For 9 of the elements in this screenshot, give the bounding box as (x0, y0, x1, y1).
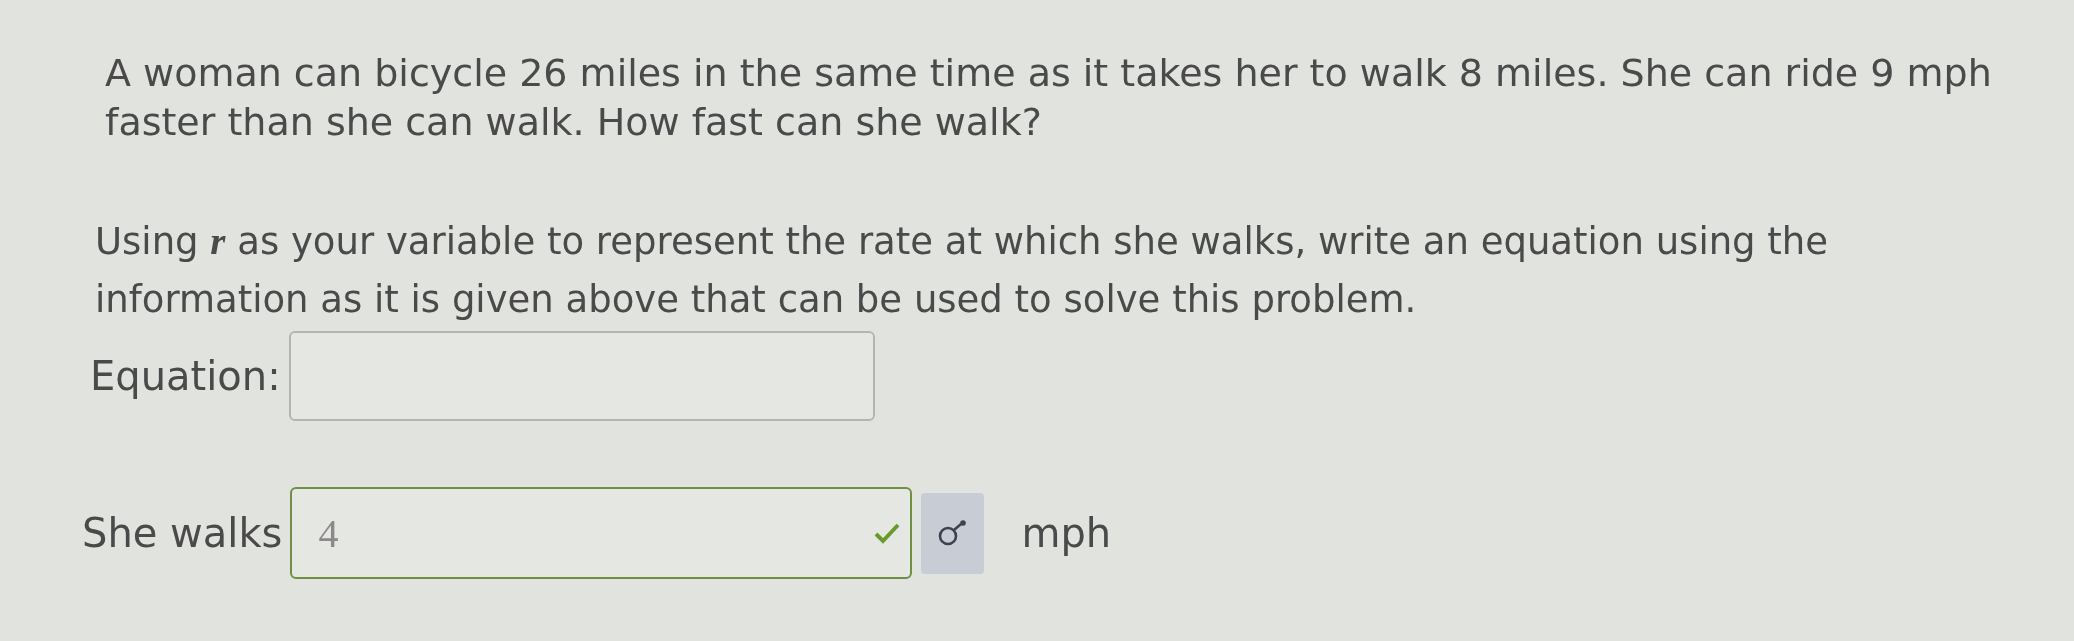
unit-label: mph (1021, 510, 1112, 556)
problem-text: A woman can bicycle 26 miles in the same time as it takes her to walk 8 miles. She can ride 9 mph faster than she can walk. How fast can she walk? (105, 50, 1993, 146)
instruction-text: Using r as your variable to represent the rate at which she walks, write an equation using the information as it is given above that can be used to solve this problem. (95, 218, 1830, 323)
equation-field[interactable] (288, 331, 875, 421)
equation-label: Equation: (90, 353, 281, 399)
answer-field[interactable]: 4 (290, 487, 913, 579)
hint-button[interactable] (921, 492, 985, 574)
ring-icon (937, 520, 968, 546)
answer-label: She walks (82, 510, 283, 556)
